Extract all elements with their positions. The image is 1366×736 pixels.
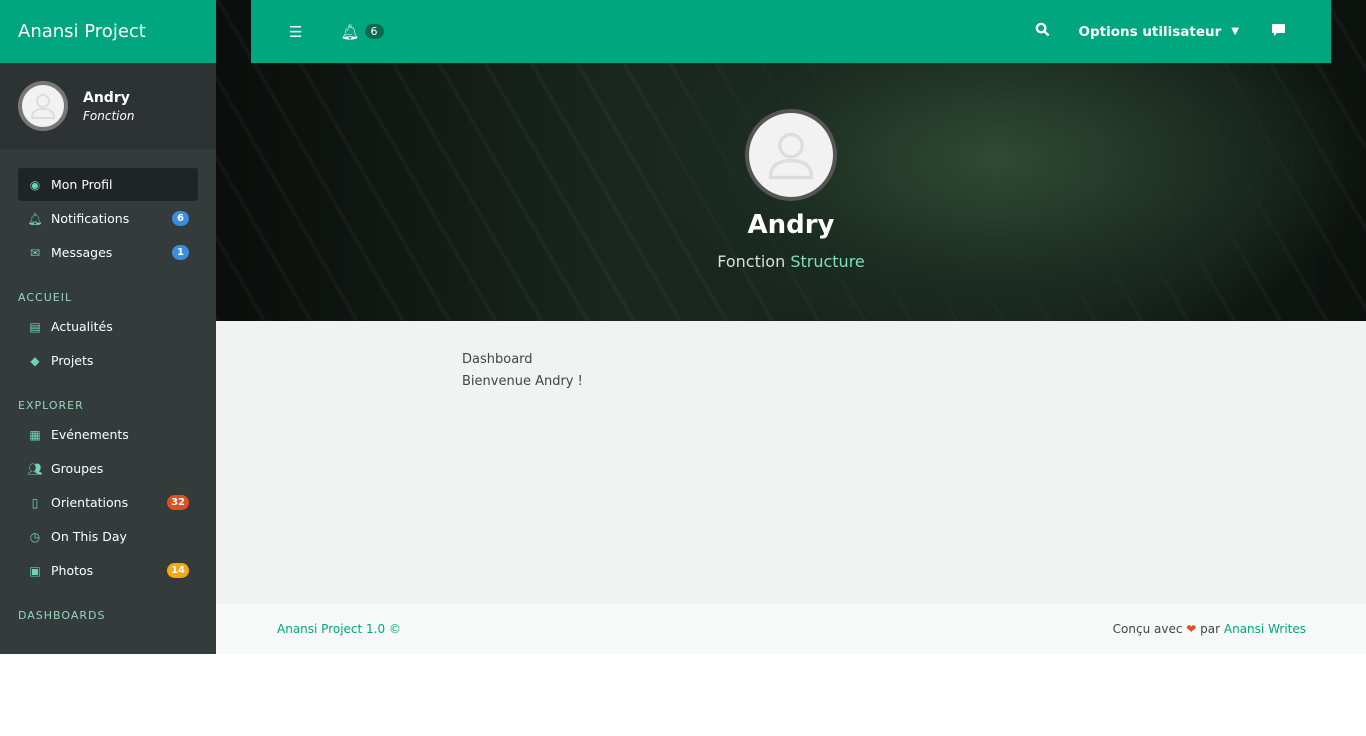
sidebar-item-groupes[interactable]: 👥︎ Groupes (18, 452, 198, 485)
sidebar-user: Andry Fonction (0, 63, 216, 149)
sidebar-item-messages[interactable]: ✉ Messages 1 (18, 236, 198, 269)
sidebar-section-title: ACCUEIL (18, 291, 73, 304)
sidebar-item-label: Messages (51, 245, 113, 260)
sidebar-item-ev-nements[interactable]: ▦ Evénements (18, 418, 198, 451)
gem-icon: ◆ (30, 353, 40, 368)
sidebar: Anansi Project Andry Fonction ◉ Mon Profi… (0, 0, 216, 654)
sidebar-section-title: DASHBOARDS (18, 609, 106, 622)
sidebar-item-label: Orientations (51, 495, 129, 510)
count-badge: 14 (167, 563, 189, 578)
sidebar-item-projets[interactable]: ◆ Projets (18, 344, 198, 377)
envelope-open-icon: ✉ (29, 245, 41, 260)
footer-version[interactable]: Anansi Project 1.0 © (277, 622, 401, 636)
profile-avatar[interactable] (745, 109, 837, 201)
sidebar-section-title: EXPLORER (18, 399, 84, 412)
sidebar-item-label: Evénements (51, 427, 129, 442)
sidebar-item-mon-profil[interactable]: ◉ Mon Profil (18, 168, 198, 201)
profile-structure[interactable]: Structure (790, 252, 864, 271)
search-icon[interactable] (1035, 22, 1050, 41)
user-name: Andry (83, 89, 130, 106)
profile-function-text: Fonction (717, 252, 786, 271)
bell-icon: 🔔︎ (27, 211, 43, 226)
sidebar-item-photos[interactable]: ▣ Photos 14 (18, 554, 198, 587)
sidebar-item-on-this-day[interactable]: ◷ On This Day (18, 520, 198, 553)
clock-icon: ◷ (29, 529, 41, 544)
sidebar-item-notifications[interactable]: 🔔︎ Notifications 6 (18, 202, 198, 235)
profile-name: Andry (747, 210, 835, 240)
newspaper-icon: ▤ (29, 319, 41, 334)
sidebar-nav: ◉ Mon Profil 🔔︎ Notifications 6 ✉ Messages 1 ACC… (0, 149, 216, 622)
images-icon: ▣ (29, 563, 41, 578)
user-options-dropdown[interactable]: Options utilisateur ▼ (1078, 24, 1239, 40)
chevron-down-icon: ▼ (1231, 26, 1239, 37)
breadcrumb: Dashboard (462, 352, 533, 367)
topbar: ☰ 🔔︎ 6 Options utilisateur ▼ (251, 0, 1331, 63)
sidebar-item-label: Mon Profil (51, 177, 113, 192)
count-badge: 6 (172, 211, 189, 226)
footer-credit: Conçu avec ❤ par Anansi Writes (1113, 622, 1306, 636)
bell-icon[interactable]: 🔔︎ (340, 23, 359, 41)
made-with-text: Conçu avec (1112, 622, 1183, 636)
profile-function: Fonction Structure (591, 252, 991, 271)
calendar-icon: ▦ (29, 427, 41, 442)
notification-badge[interactable]: 6 (364, 24, 384, 39)
sidebar-item-orientations[interactable]: ▯ Orientations 32 (18, 486, 198, 519)
user-circle-icon: ◉ (29, 177, 41, 192)
sidebar-item-label: Actualités (51, 319, 113, 334)
file-icon: ▯ (31, 495, 39, 510)
chat-icon[interactable] (1271, 23, 1286, 41)
sidebar-item-label: Notifications (51, 211, 130, 226)
user-icon (30, 94, 56, 119)
avatar[interactable] (18, 81, 68, 131)
sidebar-item-label: Photos (51, 563, 94, 578)
footer: Anansi Project 1.0 © Conçu avec ❤ par An… (216, 604, 1366, 654)
heart-icon: ❤ (1186, 622, 1197, 636)
sidebar-item-label: Groupes (51, 461, 104, 476)
count-badge: 32 (167, 495, 189, 510)
main-content: Dashboard Bienvenue Andry ! (216, 321, 1366, 604)
user-options-label: Options utilisateur (1078, 23, 1222, 40)
sidebar-item-label: Projets (51, 353, 94, 368)
users-icon: 👥︎ (27, 461, 43, 476)
menu-toggle-icon[interactable]: ☰ (289, 23, 302, 41)
welcome-text: Bienvenue Andry ! (462, 374, 583, 389)
sidebar-item-actualit-s[interactable]: ▤ Actualités (18, 310, 198, 343)
sidebar-item-label: On This Day (51, 529, 127, 544)
by-text: par (1200, 622, 1221, 636)
user-icon (768, 132, 814, 180)
count-badge: 1 (172, 245, 189, 260)
user-function: Fonction (83, 108, 135, 123)
app-brand[interactable]: Anansi Project (0, 0, 216, 63)
author-link[interactable]: Anansi Writes (1224, 622, 1306, 636)
